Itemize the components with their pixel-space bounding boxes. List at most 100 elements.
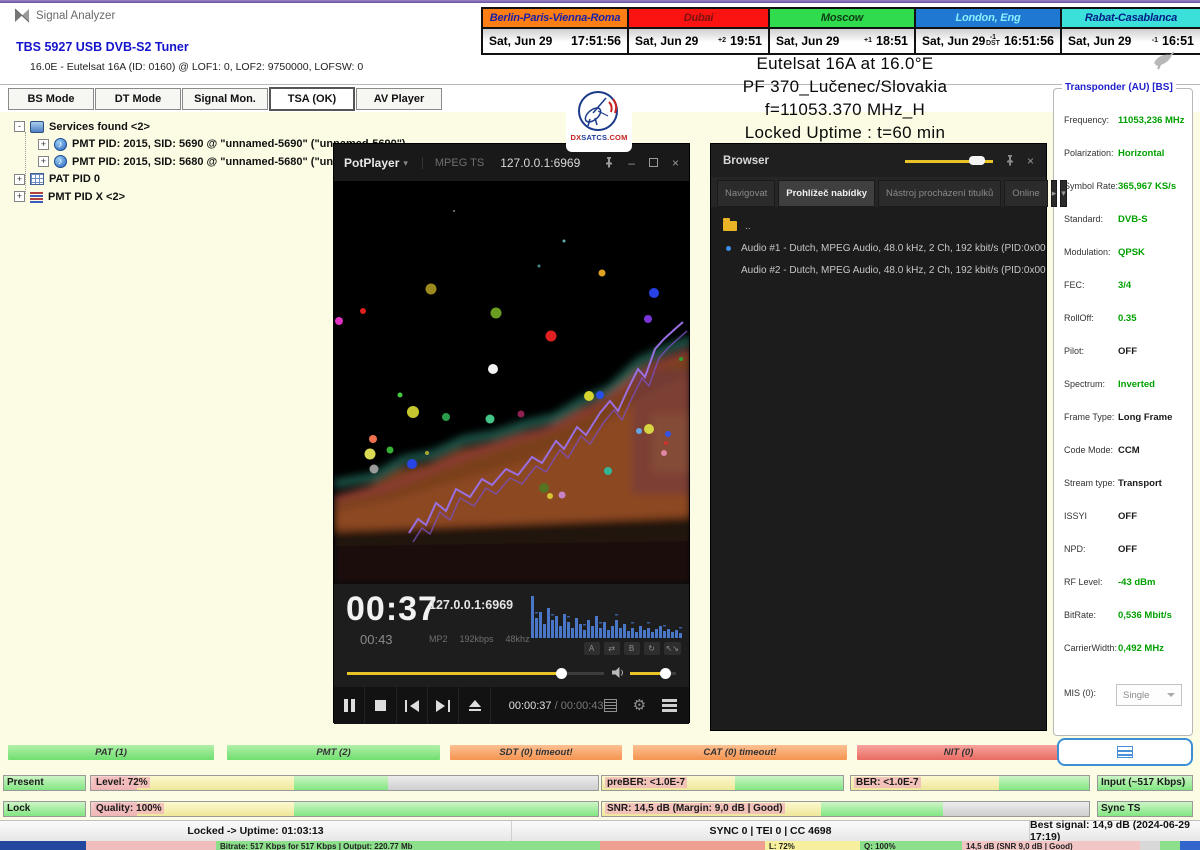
snr-meter: SNR: 14,5 dB (Margin: 9,0 dB | Good) [601,801,1090,817]
settings-gear-icon[interactable]: ⚙ [633,698,646,713]
next-button[interactable] [428,687,459,724]
browser-opacity-slider[interactable] [905,156,993,166]
cutoff-segment: Q: 100% [860,841,962,850]
audio-track-row[interactable]: Audio #2 - Dutch, MPEG Audio, 48.0 kHz, … [711,259,1046,281]
lock-uptime-status: Locked -> Uptime: 01:03:13 [0,821,512,841]
browser-titlebar[interactable]: Browser × [711,144,1046,177]
tab-more-button[interactable]: ▾ [1060,180,1067,207]
tuner-detail: 16.0E - Eutelsat 16A (ID: 0160) @ LOF1: … [30,61,363,73]
potplayer-menu[interactable]: PotPlayer [344,156,399,170]
clock-city: Berlin-Paris-Vienna-Roma [483,9,627,29]
clock-time: 16:51 [1162,34,1194,48]
volume-knob[interactable] [660,668,671,679]
potplayer-titlebar[interactable]: PotPlayer ▾ MPEG TS 127.0.0.1:6969 – × [334,144,689,181]
eject-button[interactable] [459,687,490,724]
parameter-label: Frame Type: [1064,412,1114,422]
music-visualization [334,181,689,584]
browser-list: .. Audio #1 - Dutch, MPEG Audio, 48.0 kH… [711,207,1046,281]
stop-button[interactable] [365,687,396,724]
input-bitrate-indicator: Input (~517 Kbps) [1097,775,1193,791]
loop-button[interactable]: ↻ [644,642,660,655]
pause-button[interactable] [334,687,365,724]
ab-repeat-a-button[interactable]: A [584,642,600,655]
menu-button[interactable] [662,697,677,715]
close-icon[interactable]: × [672,157,679,169]
playlist-button[interactable] [604,699,617,712]
mode-tab[interactable]: DT Mode [95,88,181,110]
cutoff-segment [1180,841,1200,850]
video-area[interactable] [334,181,689,584]
ab-repeat-b-button[interactable]: B [624,642,640,655]
volume-slider[interactable] [630,672,676,675]
parameter-label: FEC: [1064,280,1085,290]
cutoff-segment [0,841,86,850]
app-icon [14,8,30,23]
dxsatcs-logo: DXSATCS.COM [566,86,632,152]
annotation-block: Eutelsat 16A at 16.0°E PF 370_Lučenec/Sl… [645,52,1045,144]
bitrate-label: 192kbps [460,634,494,644]
window-title: Signal Analyzer [36,10,115,22]
browser-tab[interactable]: Online [1004,180,1047,207]
clock: London, Eng Sat, Jun 29 -1 DST 16:51:56 [916,9,1062,53]
maximize-icon[interactable] [649,158,658,167]
pin-icon[interactable] [1005,155,1015,166]
opacity-knob[interactable] [969,156,985,165]
tab-scroll-next-button[interactable]: ▸ [1051,180,1058,207]
cutoff-meter-strip: Bitrate: 517 Kbps for 517 Kbps | Output:… [0,841,1200,850]
transponder-row: Polarization: Horizontal [1054,148,1192,162]
mode-tab[interactable]: TSA (OK) [269,87,355,111]
world-clocks: Berlin-Paris-Vienna-Roma Sat, Jun 29 17:… [481,7,1200,55]
browser-tab[interactable]: Prohlížeč nabídky [778,180,875,207]
mode-tab[interactable]: BS Mode [8,88,94,110]
player-controls: 00:00:37 / 00:00:43 ⚙ [334,687,689,724]
close-icon[interactable]: × [1027,155,1034,167]
save-transponder-button[interactable] [1057,738,1193,766]
parameter-value: Long Frame [1118,412,1172,423]
mode-tab[interactable]: Signal Mon. [182,88,268,110]
fullscreen-button[interactable]: ↖↘ [664,642,681,655]
volume-icon[interactable] [612,667,625,679]
minimize-icon[interactable]: – [628,157,635,169]
transponder-row: Stream type: Transport [1054,478,1192,492]
clock-city: Dubai [629,9,768,29]
parameter-label: Frequency: [1064,115,1109,125]
parameter-value: CCM [1118,445,1140,456]
tuner-name: TBS 5927 USB DVB-S2 Tuner [16,40,189,54]
clock-utc-offset: +1 [864,38,872,44]
previous-button[interactable] [397,687,428,724]
tree-row[interactable]: - Services found <2> [14,118,406,136]
parameter-label: Stream type: [1064,478,1115,488]
ab-swap-button[interactable]: ⇄ [604,642,620,655]
parameter-label: ISSYI [1064,511,1087,521]
transponder-row: FEC: 3/4 [1054,280,1192,294]
seek-slider[interactable] [347,672,604,675]
parameter-value: -43 dBm [1118,577,1155,588]
parameter-label: Standard: [1064,214,1103,224]
clock-utc-offset: +2 [718,38,726,44]
parameter-label: Modulation: [1064,247,1111,257]
tree-expander[interactable]: - [14,121,25,132]
seek-knob[interactable] [556,668,567,679]
codec-label: MP2 [429,634,448,644]
clock-date: Sat, Jun 29 [776,34,839,48]
best-signal-status: Best signal: 14,9 dB (2024-06-29 17:19) [1030,821,1200,841]
browser-tab[interactable]: Nástroj procházení titulků [878,180,1001,207]
parent-folder-row[interactable]: .. [711,215,1046,237]
level-meter: Level: 72% [90,775,599,791]
parameter-value: OFF [1118,346,1137,357]
pin-icon[interactable] [604,157,614,168]
tree-expander[interactable]: + [14,174,25,185]
browser-tab[interactable]: Navigovat [717,180,775,207]
transponder-row: Modulation: QPSK [1054,247,1192,261]
audio-track-row[interactable]: Audio #1 - Dutch, MPEG Audio, 48.0 kHz, … [711,237,1046,259]
tree-expander[interactable]: + [38,156,49,167]
tree-expander[interactable]: + [14,191,25,202]
tree-expander[interactable]: + [38,139,49,150]
mis-dropdown[interactable]: Single [1116,684,1182,706]
clock: Berlin-Paris-Vienna-Roma Sat, Jun 29 17:… [483,9,629,53]
parameter-value: 0.35 [1118,313,1137,324]
mode-tab[interactable]: AV Player [356,88,442,110]
quality-meter: Quality: 100% [90,801,599,817]
parameter-value: Horizontal [1118,148,1164,159]
annotation-site: PF 370_Lučenec/Slovakia [645,75,1045,98]
